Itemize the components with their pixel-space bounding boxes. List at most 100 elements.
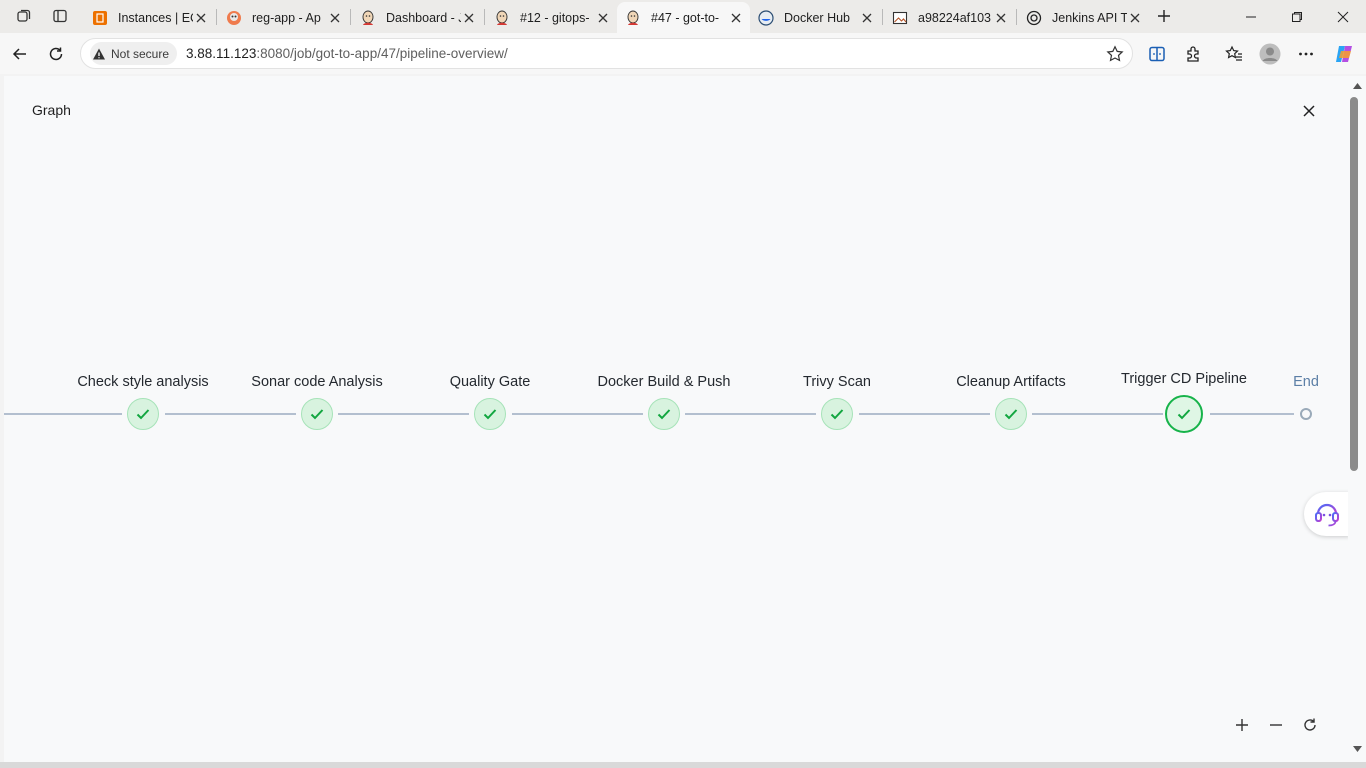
aws-icon [92,10,108,26]
check-icon [830,409,844,420]
close-tab-icon[interactable] [1127,10,1143,26]
pipeline-connector [1032,413,1163,415]
stage-node-quality-gate[interactable] [474,398,506,430]
check-icon [1177,409,1191,420]
scroll-down-icon[interactable] [1351,744,1363,754]
pipeline-connector [685,413,816,415]
check-icon [310,409,324,420]
tab-title: Docker Hub [784,10,850,25]
vertical-tabs-icon[interactable] [48,5,72,27]
zoom-out-icon[interactable] [1266,715,1286,735]
new-tab-icon[interactable] [1152,5,1176,27]
stage-node-trigger-cd-pipeline[interactable] [1165,395,1203,433]
browser-toolbar: Not secure 3.88.11.123:8080/job/got-to-a… [0,33,1366,74]
stage-label: Sonar code Analysis [251,374,383,390]
reload-icon[interactable] [42,40,70,68]
reset-zoom-icon[interactable] [1300,715,1320,735]
close-tab-icon[interactable] [859,10,875,26]
jenkins-icon [360,10,376,26]
tab-instances[interactable]: Instances | EC [84,4,215,31]
minimize-icon[interactable] [1228,0,1274,33]
tab-separator [882,9,883,25]
pipeline-connector [4,413,122,415]
pipeline-connector [165,413,296,415]
favorite-star-icon[interactable] [1106,45,1124,63]
address-bar[interactable]: Not secure 3.88.11.123:8080/job/got-to-a… [80,38,1133,69]
check-icon [136,409,150,420]
pipeline-connector [1210,413,1294,415]
stage-label: Check style analysis [77,374,209,390]
warning-icon [92,47,106,61]
close-window-icon[interactable] [1320,0,1366,33]
stage-label: Quality Gate [449,374,531,390]
tab-separator [1016,9,1017,25]
stage-node-cleanup-artifacts[interactable] [995,398,1027,430]
pipeline-connector [338,413,469,415]
url-text[interactable]: 3.88.11.123:8080/job/got-to-app/47/pipel… [186,46,508,61]
support-assistant-button[interactable] [1304,492,1350,536]
close-tab-icon[interactable] [993,10,1009,26]
close-icon[interactable] [1301,103,1317,119]
pipeline-graph-page: Graph Check style analysis Sonar code An… [4,76,1348,762]
argocd-icon [226,10,242,26]
restore-icon[interactable] [1274,0,1320,33]
extensions-icon[interactable] [1179,40,1207,68]
tab-title: Jenkins API To [1052,10,1127,25]
tab-title: #12 - gitops- [520,10,590,25]
favorites-icon[interactable] [1220,40,1248,68]
close-tab-icon[interactable] [728,10,744,26]
scroll-up-icon[interactable] [1351,81,1363,91]
tab-title: reg-app - Ap [252,10,321,25]
stage-node-check-style-analysis[interactable] [127,398,159,430]
pipeline-connector [512,413,643,415]
check-icon [657,409,671,420]
tab-reg-app[interactable]: reg-app - Ap [218,4,349,31]
tab-docker-hub[interactable]: Docker Hub [750,4,881,31]
tab-title: Dashboard - J [386,10,461,25]
stage-node-docker-build-push[interactable] [648,398,680,430]
close-tab-icon[interactable] [327,10,343,26]
check-icon [1004,409,1018,420]
headset-icon [1315,503,1339,527]
window-bottom-edge [0,762,1366,768]
url-path: :8080/job/got-to-app/47/pipeline-overvie… [256,46,508,61]
stage-label: Docker Build & Push [597,374,731,390]
chatgpt-icon [1026,10,1042,26]
tab-jenkins-api[interactable]: Jenkins API To [1018,4,1149,31]
stage-node-sonar-code-analysis[interactable] [301,398,333,430]
tab-title: #47 - got-to- [651,10,720,25]
end-label: End [1293,374,1319,390]
site-info-button[interactable]: Not secure [90,42,178,65]
stage-label: Trivy Scan [803,374,871,390]
close-tab-icon[interactable] [461,10,477,26]
jenkins-icon [625,10,641,26]
stage-node-trivy-scan[interactable] [821,398,853,430]
tab-title: a98224af103 [918,10,991,25]
image-icon [892,10,908,26]
stage-label: Trigger CD Pipeline [1121,371,1247,387]
workspaces-icon[interactable] [12,5,36,27]
tab-strip: Instances | EC reg-app - Ap Dashboard - … [0,0,1366,33]
tab-gitops[interactable]: #12 - gitops- [486,4,617,31]
stage-label: Cleanup Artifacts [956,374,1066,390]
tab-dashboard[interactable]: Dashboard - J [352,4,483,31]
tab-got-to-app[interactable]: #47 - got-to- [617,2,750,33]
copilot-icon[interactable] [1330,40,1358,68]
profile-avatar-icon[interactable] [1256,40,1284,68]
zoom-in-icon[interactable] [1232,715,1252,735]
check-icon [483,409,497,420]
more-menu-icon[interactable] [1292,40,1320,68]
docker-icon [758,9,774,26]
tab-image[interactable]: a98224af103 [884,4,1015,31]
close-tab-icon[interactable] [193,10,209,26]
tab-title: Instances | EC [118,10,193,25]
tab-separator [484,9,485,25]
close-tab-icon[interactable] [595,10,611,26]
vertical-scrollbar[interactable] [1348,76,1366,762]
not-secure-label: Not secure [111,46,170,61]
end-node [1300,408,1312,420]
back-icon[interactable] [6,40,34,68]
jenkins-icon [494,10,510,26]
split-screen-icon[interactable] [1143,40,1171,68]
scrollbar-thumb[interactable] [1350,97,1358,471]
